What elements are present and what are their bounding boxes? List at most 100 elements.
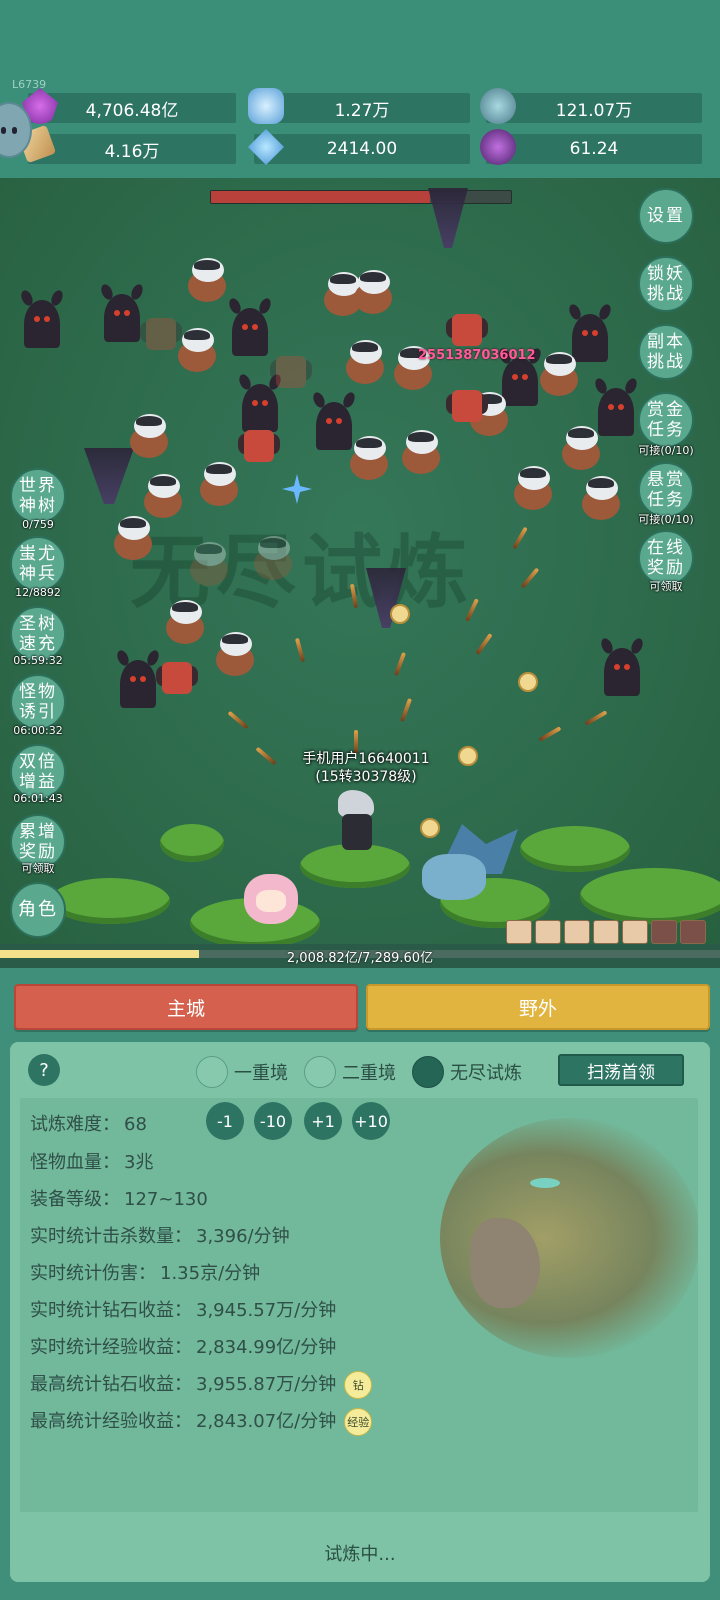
bird-monster: [184, 256, 230, 302]
demon-monster: [99, 282, 145, 342]
pet-orb-icon: [480, 88, 516, 124]
ice-crystal-icon: [248, 88, 284, 124]
stat-damage-rate: 实时统计伤害： 1.35京/分钟: [30, 1263, 261, 1284]
sweep-boss-button[interactable]: 扫荡首领: [558, 1054, 684, 1086]
trial-stats-area: 试炼难度： 68 -1 -10 +1 +10 怪物血量： 3兆 装备等级： 127~1…: [20, 1098, 698, 1512]
radio-icon: [412, 1056, 444, 1088]
bird-monster: [510, 464, 556, 510]
experience-text: 2,008.82亿/7,289.60亿: [286, 951, 434, 966]
reward-task-button[interactable]: 悬赏任务: [638, 462, 694, 518]
bird-monster: [350, 268, 396, 314]
battle-field: 无尽试炼 2551387036012 手机用户16640011 (15转3037…: [0, 178, 720, 968]
fading-monster: [140, 312, 182, 352]
bird-monster: [140, 472, 186, 518]
cube-monster: [238, 424, 280, 464]
tiger-illustration: [410, 1098, 698, 1398]
demon-monster: [227, 296, 273, 356]
settings-button[interactable]: 设置: [638, 188, 694, 244]
trial-status-text: 试炼中...: [324, 1544, 396, 1565]
reward-task-status: 可接(0/10): [638, 513, 694, 526]
stat-kill-rate: 实时统计击杀数量： 3,396/分钟: [30, 1226, 290, 1247]
experience-bar: 2,008.82亿/7,289.60亿: [0, 944, 720, 968]
bottom-panel: 主城 野外 ? 一重境 二重境 无尽试炼 扫荡首领 试炼难度： 68 -1 -10…: [0, 968, 720, 1600]
monster-lure-button[interactable]: 怪物诱引: [10, 674, 66, 730]
skill-icon[interactable]: [506, 920, 532, 944]
skill-icon[interactable]: [680, 920, 706, 944]
bird-monster: [346, 434, 392, 480]
world-tree-progress: 0/759: [22, 518, 54, 531]
fading-monster: [250, 534, 296, 580]
resource-scroll: 4.16万: [17, 124, 236, 164]
radio-icon: [304, 1056, 336, 1088]
bird-monster: [110, 514, 156, 560]
difficulty-minus-1-button[interactable]: -1: [206, 1102, 244, 1140]
monster-lure-timer: 06:00:32: [13, 724, 63, 737]
damage-number: 2551387036012: [418, 348, 536, 363]
difficulty-plus-10-button[interactable]: +10: [352, 1102, 390, 1140]
demon-lock-challenge-button[interactable]: 锁妖挑战: [638, 256, 694, 312]
skill-icon[interactable]: [651, 920, 677, 944]
coin-drop: [458, 746, 478, 766]
dungeon-challenge-button[interactable]: 副本挑战: [638, 324, 694, 380]
mode-option-3[interactable]: 无尽试炼: [412, 1056, 522, 1088]
resource-purple-potion: 61.24: [480, 129, 702, 165]
radio-icon: [196, 1056, 228, 1088]
bounty-gold-task-button[interactable]: 赏金任务: [638, 392, 694, 448]
demon-monster: [19, 288, 65, 348]
bird-monster: [126, 412, 172, 458]
cube-monster: [446, 308, 488, 348]
trial-panel: ? 一重境 二重境 无尽试炼 扫荡首领 试炼难度： 68 -1 -10 +1 +1…: [10, 1042, 710, 1582]
cumulative-reward-status: 可领取: [21, 862, 55, 875]
bush-decoration: [50, 878, 170, 924]
player-name-tag: 手机用户16640011 (15转30378级): [302, 751, 430, 785]
bird-monster: [196, 460, 242, 506]
stat-exp-income: 实时统计经验收益： 2,834.99亿/分钟: [30, 1337, 337, 1358]
stat-monster-hp: 怪物血量： 3兆: [30, 1152, 154, 1173]
skill-icon[interactable]: [622, 920, 648, 944]
coin-drop: [390, 604, 410, 624]
character-button[interactable]: 角色: [10, 882, 66, 938]
bird-monster: [212, 630, 258, 676]
skill-icon[interactable]: [564, 920, 590, 944]
online-reward-status: 可领取: [649, 580, 683, 593]
tab-main-city[interactable]: 主城: [14, 984, 358, 1030]
resource-pet-orb: 121.07万: [480, 88, 702, 124]
bush-decoration: [520, 826, 630, 872]
tab-wilderness[interactable]: 野外: [366, 984, 710, 1030]
chiyou-weapon-button[interactable]: 蚩尤神兵: [10, 536, 66, 592]
bird-monster: [162, 598, 208, 644]
demon-monster: [599, 636, 645, 696]
dragon-pet: [398, 824, 518, 904]
skill-bar: [506, 920, 706, 944]
exp-badge-icon: 经验: [344, 1408, 373, 1436]
cube-monster: [446, 384, 488, 424]
bird-monster: [536, 350, 582, 396]
cube-monster: [156, 656, 198, 696]
mode-option-1[interactable]: 一重境: [196, 1056, 288, 1088]
bird-monster: [342, 338, 388, 384]
skill-icon[interactable]: [593, 920, 619, 944]
stat-equipment-level: 装备等级： 127~130: [30, 1189, 208, 1210]
stat-max-exp-income: 最高统计经验收益： 2,843.07亿/分钟 经验: [30, 1407, 373, 1436]
fading-monster: [186, 540, 232, 586]
bird-monster: [578, 474, 624, 520]
coin-drop: [518, 672, 538, 692]
double-boost-timer: 06:01:43: [13, 792, 63, 805]
player-character: [330, 790, 384, 854]
bunny-girl-companion: [238, 866, 304, 924]
skill-icon[interactable]: [535, 920, 561, 944]
blue-diamond-icon: [248, 129, 284, 165]
fading-monster: [270, 350, 312, 390]
help-button[interactable]: ?: [28, 1054, 60, 1086]
bird-monster: [558, 424, 604, 470]
purple-potion-icon: [480, 129, 516, 165]
world-tree-button[interactable]: 世界神树: [10, 468, 66, 524]
stat-diamond-income: 实时统计钻石收益： 3,945.57万/分钟: [30, 1300, 337, 1321]
difficulty-plus-1-button[interactable]: +1: [304, 1102, 342, 1140]
resource-blue-diamond: 2414.00: [248, 129, 470, 165]
bush-decoration: [160, 824, 224, 862]
bounty-gold-task-status: 可接(0/10): [638, 444, 694, 457]
difficulty-minus-10-button[interactable]: -10: [254, 1102, 292, 1140]
mode-option-2[interactable]: 二重境: [304, 1056, 396, 1088]
bush-decoration: [580, 868, 720, 924]
